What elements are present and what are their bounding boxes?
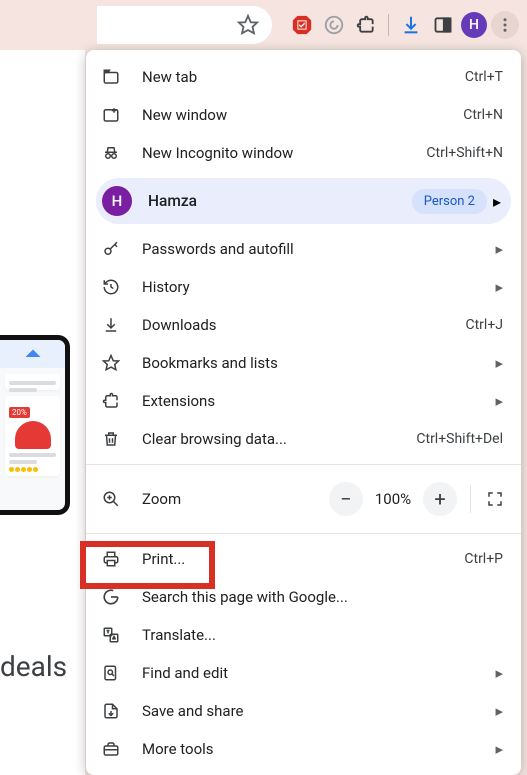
menu-downloads[interactable]: Downloads Ctrl+J — [86, 306, 521, 344]
menu-label: New tab — [142, 68, 465, 86]
menu-label: History — [142, 278, 487, 296]
menu-label: New window — [142, 106, 463, 124]
translate-icon — [100, 624, 122, 646]
zoom-icon — [100, 488, 122, 510]
menu-shortcut: Ctrl+T — [465, 69, 503, 85]
menu-passwords[interactable]: Passwords and autofill ▸ — [86, 230, 521, 268]
zoom-out-button[interactable]: − — [329, 482, 363, 516]
phone-mockup: 20% — [0, 335, 70, 515]
fullscreen-button[interactable] — [481, 485, 509, 513]
grammarly-icon[interactable] — [320, 11, 348, 39]
zoom-level: 100% — [366, 490, 420, 508]
trash-icon — [100, 428, 122, 450]
menu-print[interactable]: Print... Ctrl+P — [86, 540, 521, 578]
toolbox-icon — [100, 738, 122, 760]
address-bar-end[interactable] — [97, 6, 272, 44]
menu-shortcut: Ctrl+Shift+Del — [416, 431, 503, 447]
menu-separator — [86, 533, 521, 534]
menu-label: Save and share — [142, 702, 487, 720]
menu-incognito[interactable]: New Incognito window Ctrl+Shift+N — [86, 134, 521, 172]
menu-new-window[interactable]: New window Ctrl+N — [86, 96, 521, 134]
bookmark-star-icon[interactable] — [234, 11, 262, 39]
profile-avatar[interactable]: H — [461, 12, 487, 38]
menu-save-share[interactable]: Save and share ▸ — [86, 692, 521, 730]
chevron-right-icon: ▸ — [495, 240, 503, 258]
download-icon — [100, 314, 122, 336]
menu-bookmarks[interactable]: Bookmarks and lists ▸ — [86, 344, 521, 382]
menu-history[interactable]: History ▸ — [86, 268, 521, 306]
menu-separator — [86, 464, 521, 465]
menu-more-tools[interactable]: More tools ▸ — [86, 730, 521, 768]
menu-label: Bookmarks and lists — [142, 354, 487, 372]
toolbar-divider — [388, 14, 389, 36]
new-window-icon — [100, 104, 122, 126]
print-icon — [100, 548, 122, 570]
incognito-icon — [100, 142, 122, 164]
menu-find[interactable]: Find and edit ▸ — [86, 654, 521, 692]
zoom-label: Zoom — [142, 490, 326, 508]
extensions-puzzle-icon[interactable] — [352, 11, 380, 39]
chevron-right-icon: ▸ — [495, 740, 503, 758]
menu-extensions[interactable]: Extensions ▸ — [86, 382, 521, 420]
menu-shortcut: Ctrl+N — [463, 107, 503, 123]
menu-label: Translate... — [142, 626, 503, 644]
profile-initial-avatar: H — [102, 186, 132, 216]
menu-translate[interactable]: Translate... — [86, 616, 521, 654]
menu-zoom: Zoom − 100% + — [86, 471, 521, 527]
chevron-right-icon: ▸ — [495, 392, 503, 410]
deals-heading: deals — [0, 650, 67, 683]
menu-clear-data[interactable]: Clear browsing data... Ctrl+Shift+Del — [86, 420, 521, 458]
menu-shortcut: Ctrl+P — [464, 551, 503, 567]
discount-badge: 20% — [9, 407, 30, 418]
zoom-in-button[interactable]: + — [423, 482, 457, 516]
side-panel-icon[interactable] — [429, 11, 457, 39]
menu-label: More tools — [142, 740, 487, 758]
chevron-right-icon: ▸ — [495, 354, 503, 372]
profile-tag: Person 2 — [412, 189, 487, 214]
menu-label: Find and edit — [142, 664, 487, 682]
menu-label: Print... — [142, 550, 464, 568]
puzzle-icon — [100, 390, 122, 412]
menu-shortcut: Ctrl+J — [465, 317, 503, 333]
star-icon — [100, 352, 122, 374]
menu-label: Search this page with Google... — [142, 588, 503, 606]
kebab-menu-icon[interactable] — [491, 11, 519, 39]
menu-new-tab[interactable]: New tab Ctrl+T — [86, 58, 521, 96]
page-background: 20% deals — [0, 50, 85, 775]
save-icon — [100, 700, 122, 722]
zoom-divider — [470, 485, 471, 513]
chevron-right-icon: ▸ — [495, 278, 503, 296]
find-icon — [100, 662, 122, 684]
browser-toolbar: H — [0, 0, 527, 50]
menu-profile[interactable]: H Hamza Person 2 ▸ — [96, 178, 511, 224]
avatar-letter: H — [469, 17, 479, 33]
key-icon — [100, 238, 122, 260]
menu-label: Extensions — [142, 392, 487, 410]
new-tab-icon — [100, 66, 122, 88]
history-icon — [100, 276, 122, 298]
menu-search-google[interactable]: Search this page with Google... — [86, 578, 521, 616]
google-icon — [100, 586, 122, 608]
menu-label: Passwords and autofill — [142, 240, 487, 258]
adblock-icon[interactable] — [288, 11, 316, 39]
chevron-right-icon: ▸ — [495, 702, 503, 720]
downloads-icon[interactable] — [397, 11, 425, 39]
profile-name: Hamza — [148, 192, 412, 210]
chevron-right-icon: ▸ — [493, 192, 501, 211]
menu-label: New Incognito window — [142, 144, 426, 162]
chrome-menu: New tab Ctrl+T New window Ctrl+N New Inc… — [86, 50, 521, 775]
menu-shortcut: Ctrl+Shift+N — [426, 145, 503, 161]
chevron-right-icon: ▸ — [495, 664, 503, 682]
menu-label: Clear browsing data... — [142, 430, 416, 448]
menu-label: Downloads — [142, 316, 465, 334]
